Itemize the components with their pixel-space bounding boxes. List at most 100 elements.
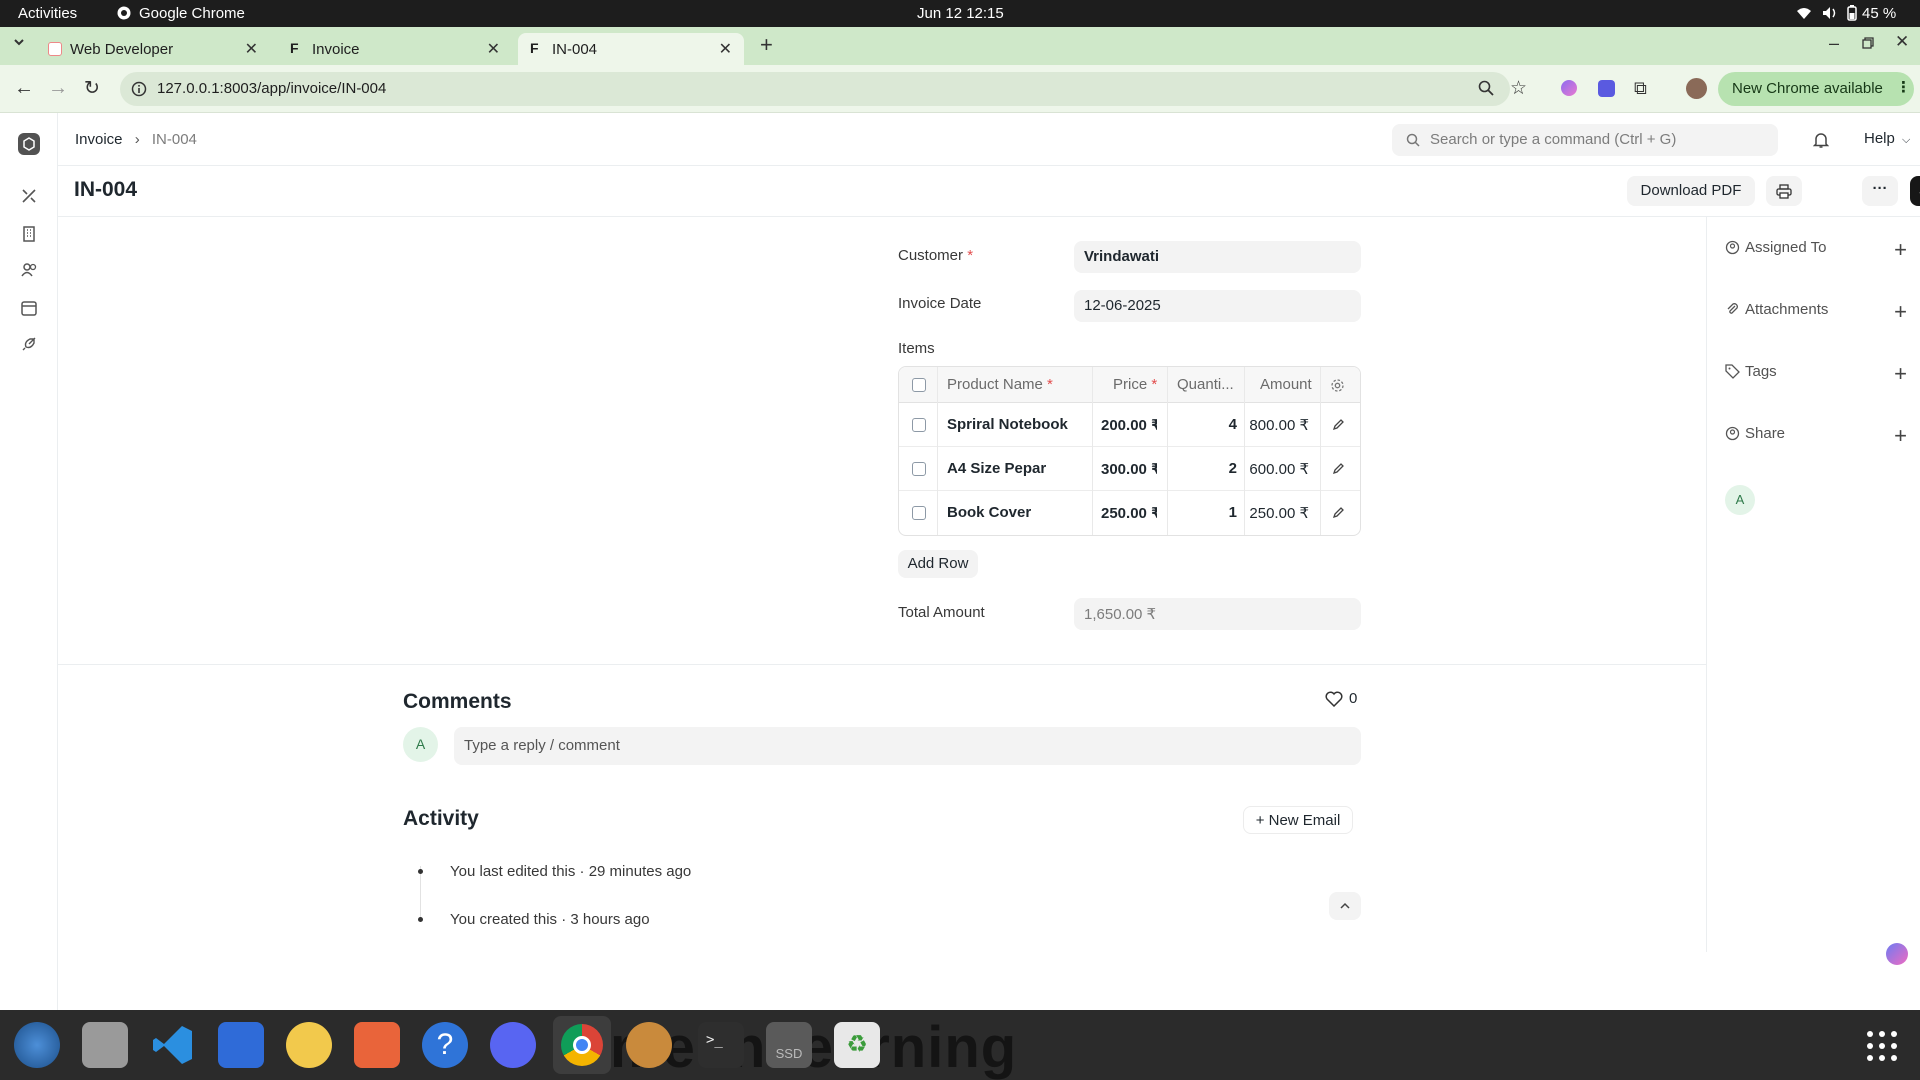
chrome-dock-item[interactable] bbox=[553, 1016, 611, 1074]
product-name-cell[interactable]: Spriral Notebook bbox=[947, 416, 1068, 433]
window-close-icon[interactable]: ✕ bbox=[1895, 32, 1909, 52]
new-tab-icon[interactable]: + bbox=[760, 32, 773, 58]
tab-search-chevron-icon[interactable] bbox=[12, 35, 26, 49]
grid-settings-gear-icon[interactable] bbox=[1330, 378, 1345, 393]
close-icon[interactable]: ✕ bbox=[245, 39, 258, 59]
quantity-cell[interactable]: 4 bbox=[1167, 416, 1237, 433]
ssd-drive-icon[interactable]: SSD bbox=[766, 1022, 812, 1068]
price-cell[interactable]: 250.00 ₹ bbox=[1101, 504, 1157, 522]
header-amount: Amount bbox=[1260, 376, 1312, 393]
product-name-cell[interactable]: Book Cover bbox=[947, 504, 1031, 521]
header-product-text: Product Name bbox=[947, 376, 1043, 393]
add-share-plus-icon[interactable]: + bbox=[1894, 423, 1907, 449]
active-app-name[interactable]: Google Chrome bbox=[139, 5, 245, 22]
price-cell[interactable]: 200.00 ₹ bbox=[1101, 416, 1157, 434]
clock[interactable]: Jun 12 12:15 bbox=[917, 5, 1004, 22]
save-button[interactable]: Save bbox=[1910, 176, 1920, 206]
add-row-button[interactable]: Add Row bbox=[898, 550, 978, 578]
tools-icon[interactable] bbox=[20, 187, 38, 205]
row-checkbox[interactable] bbox=[912, 462, 926, 476]
terminal-icon[interactable]: >_ bbox=[698, 1022, 744, 1068]
row-checkbox[interactable] bbox=[912, 418, 926, 432]
download-pdf-button[interactable]: Download PDF bbox=[1627, 176, 1755, 206]
more-actions-button[interactable]: ··· bbox=[1862, 176, 1898, 206]
help-icon[interactable]: ? bbox=[422, 1022, 468, 1068]
volume-icon[interactable] bbox=[1822, 6, 1838, 20]
quantity-cell[interactable]: 1 bbox=[1167, 504, 1237, 521]
assigned-to-item[interactable]: Assigned To + bbox=[1707, 237, 1920, 269]
show-apps-grid-icon[interactable] bbox=[1866, 1030, 1898, 1062]
activities-button[interactable]: Activities bbox=[18, 5, 77, 22]
building-icon[interactable] bbox=[20, 225, 38, 243]
restore-icon[interactable] bbox=[1862, 37, 1874, 49]
table-row[interactable]: Book Cover 250.00 ₹ 1 250.00 ₹ bbox=[899, 491, 1360, 535]
profile-avatar[interactable] bbox=[1686, 78, 1707, 99]
close-icon[interactable]: ✕ bbox=[487, 39, 500, 59]
comment-avatar: A bbox=[403, 727, 438, 762]
notifications-bell-icon[interactable] bbox=[1813, 131, 1829, 149]
product-name-cell[interactable]: A4 Size Pepar bbox=[947, 460, 1046, 477]
battery-icon[interactable] bbox=[1847, 5, 1857, 21]
discord-icon[interactable] bbox=[490, 1022, 536, 1068]
extensions-puzzle-icon[interactable]: ⧉ bbox=[1634, 78, 1647, 99]
users-icon[interactable] bbox=[20, 261, 38, 279]
dog-app-icon[interactable] bbox=[626, 1022, 672, 1068]
zoom-icon[interactable] bbox=[1478, 80, 1494, 96]
tab-web-developer[interactable]: Web Developer ✕ bbox=[36, 33, 270, 65]
new-chrome-available-button[interactable]: New Chrome available ⋮ bbox=[1718, 72, 1914, 106]
floating-gemini-icon[interactable] bbox=[1886, 943, 1908, 965]
app-center-icon[interactable] bbox=[354, 1022, 400, 1068]
site-info-icon[interactable] bbox=[131, 81, 147, 97]
edit-pencil-icon[interactable] bbox=[1332, 506, 1345, 519]
address-bar[interactable]: 127.0.0.1:8003/app/invoice/IN-004 ☆ bbox=[120, 72, 1527, 106]
breadcrumb-invoice-link[interactable]: Invoice bbox=[75, 131, 123, 148]
add-assignee-plus-icon[interactable]: + bbox=[1894, 237, 1907, 263]
table-row[interactable]: A4 Size Pepar 300.00 ₹ 2 600.00 ₹ bbox=[899, 447, 1360, 491]
text-editor-icon[interactable] bbox=[218, 1022, 264, 1068]
vscode-icon[interactable] bbox=[150, 1022, 196, 1068]
col-divider bbox=[937, 367, 938, 535]
new-email-button[interactable]: + New Email bbox=[1243, 806, 1353, 834]
trash-icon[interactable]: ♻ bbox=[834, 1022, 880, 1068]
calendar-icon[interactable] bbox=[20, 299, 38, 317]
edit-pencil-icon[interactable] bbox=[1332, 462, 1345, 475]
gemini-extension-icon[interactable] bbox=[1561, 80, 1577, 96]
viewer-avatar[interactable]: A bbox=[1725, 485, 1755, 515]
quantity-cell[interactable]: 2 bbox=[1167, 460, 1237, 477]
table-row[interactable]: Spriral Notebook 200.00 ₹ 4 800.00 ₹ bbox=[899, 403, 1360, 447]
tab-in-004[interactable]: F IN-004 ✕ bbox=[518, 33, 744, 65]
row-checkbox[interactable] bbox=[912, 506, 926, 520]
attachments-item[interactable]: Attachments + bbox=[1707, 299, 1920, 331]
close-icon[interactable]: ✕ bbox=[719, 39, 732, 59]
tags-item[interactable]: Tags + bbox=[1707, 361, 1920, 393]
forward-icon[interactable]: → bbox=[48, 77, 68, 100]
customer-field[interactable]: Vrindawati bbox=[1074, 241, 1361, 273]
rhythmbox-icon[interactable] bbox=[286, 1022, 332, 1068]
edit-pencil-icon[interactable] bbox=[1332, 418, 1345, 431]
add-tag-plus-icon[interactable]: + bbox=[1894, 361, 1907, 387]
print-button[interactable] bbox=[1766, 176, 1802, 206]
add-attachment-plus-icon[interactable]: + bbox=[1894, 299, 1907, 325]
scroll-to-top-button[interactable] bbox=[1329, 892, 1361, 920]
share-item[interactable]: Share + bbox=[1707, 423, 1920, 455]
invoice-date-field[interactable]: 12-06-2025 bbox=[1074, 290, 1361, 322]
awesomebar-search[interactable]: Search or type a command (Ctrl + G) bbox=[1392, 124, 1778, 156]
files-icon[interactable] bbox=[82, 1022, 128, 1068]
thunderbird-icon[interactable] bbox=[14, 1022, 60, 1068]
url-text[interactable]: 127.0.0.1:8003/app/invoice/IN-004 bbox=[157, 80, 386, 97]
back-icon[interactable]: ← bbox=[14, 77, 34, 100]
rocket-icon[interactable] bbox=[20, 335, 38, 353]
wifi-icon[interactable] bbox=[1796, 6, 1812, 20]
printer-icon bbox=[1776, 184, 1792, 199]
app-logo-icon[interactable] bbox=[18, 133, 40, 155]
help-dropdown[interactable]: Help ⌵ bbox=[1864, 130, 1910, 147]
extension-icon[interactable] bbox=[1598, 80, 1615, 97]
bookmark-star-icon[interactable]: ☆ bbox=[1510, 77, 1527, 100]
breadcrumb-current[interactable]: IN-004 bbox=[152, 131, 197, 148]
minimize-icon[interactable]: – bbox=[1829, 33, 1839, 54]
tab-invoice[interactable]: F Invoice ✕ bbox=[278, 33, 512, 65]
select-all-checkbox[interactable] bbox=[912, 378, 926, 392]
comment-input[interactable]: Type a reply / comment bbox=[454, 727, 1361, 765]
reload-icon[interactable]: ↻ bbox=[84, 77, 100, 100]
price-cell[interactable]: 300.00 ₹ bbox=[1101, 460, 1157, 478]
